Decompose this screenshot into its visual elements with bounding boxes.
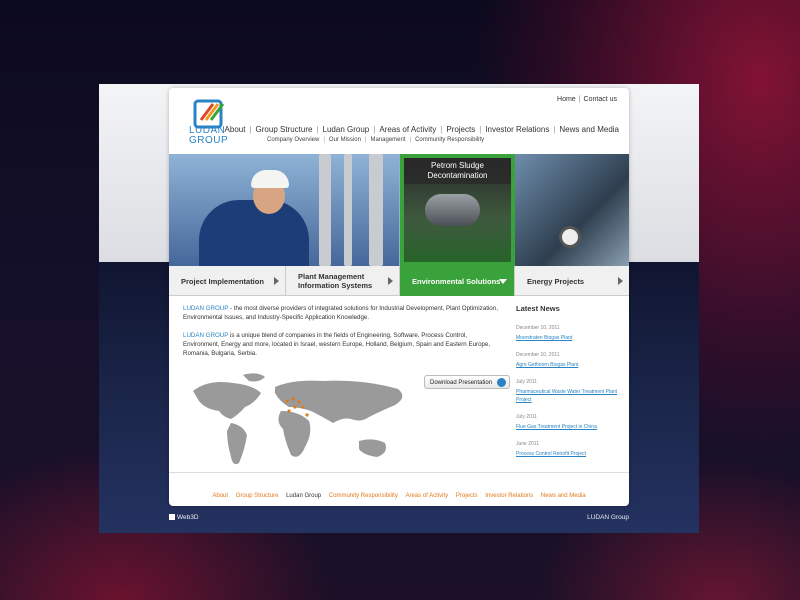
footer-news-and-media[interactable]: News and Media — [541, 493, 586, 499]
news-date: July 2011 — [516, 414, 538, 420]
nav-news-and-media[interactable]: News and Media — [559, 125, 619, 134]
footer-group-structure[interactable]: Group Structure — [236, 493, 279, 499]
footer-projects[interactable]: Projects — [456, 493, 478, 499]
web3d-icon — [169, 514, 175, 521]
subnav-company-overview[interactable]: Company Overview — [267, 137, 319, 143]
footer-about[interactable]: About — [212, 493, 228, 499]
chevron-right-icon — [618, 277, 623, 285]
worker-figure — [199, 200, 309, 266]
subnav-management[interactable]: Management — [371, 137, 406, 143]
copyright-brand: LUDAN Group — [587, 514, 629, 521]
main-nav: About | Group Structure | Ludan Group | Areas … — [225, 125, 619, 134]
website-card: LUDAN GROUP Home | Contact us About | Group … — [169, 88, 629, 506]
news-link[interactable]: Agro Gethoorn Biogas Plant — [516, 361, 621, 369]
subnav-community-responsibility[interactable]: Community Responsibility — [415, 137, 484, 143]
news-link[interactable]: Moerstraten Biogas Plant — [516, 334, 621, 342]
pipe-graphic — [319, 154, 331, 266]
footer-investor-relations[interactable]: Investor Relations — [485, 493, 533, 499]
nav-ludan-group[interactable]: Ludan Group — [323, 125, 370, 134]
download-icon — [497, 378, 506, 387]
sub-nav: Company Overview | Our Mission | Management |… — [267, 137, 484, 143]
home-link[interactable]: Home — [557, 96, 576, 103]
separator: | — [249, 125, 252, 134]
separator: | — [578, 96, 581, 103]
footer-nav: About Group Structure Ludan Group Commun… — [169, 493, 629, 499]
intro-paragraph-1: LUDAN GROUP - the most diverse providers… — [183, 304, 503, 322]
tab-label: Project Implementation — [181, 276, 264, 286]
tab-plant-management[interactable]: Plant Management Information Systems — [286, 266, 400, 296]
machine-graphic — [425, 194, 480, 226]
separator: | — [316, 125, 319, 134]
tab-environmental-solutions[interactable]: Environmental Solutions — [400, 266, 515, 296]
featured-project-caption: Petrom Sludge Decontamination — [404, 158, 511, 184]
news-date: December 10, 2011 — [516, 352, 560, 358]
subnav-our-mission[interactable]: Our Mission — [329, 137, 361, 143]
world-map-icon — [193, 373, 403, 465]
news-item: June 2011 Process Control Retrofit Proje… — [516, 441, 621, 458]
chevron-down-icon — [499, 279, 507, 284]
news-date: December 10, 2011 — [516, 325, 560, 331]
news-title: Latest News — [516, 304, 560, 313]
chevron-right-icon — [274, 277, 279, 285]
hero-banner — [169, 154, 629, 266]
news-date: July 2011 — [516, 379, 538, 385]
brand-name: LUDAN GROUP — [183, 332, 229, 339]
pipe-graphic — [369, 154, 383, 266]
news-item: July 2011 Flue Gas Treatment Project in … — [516, 414, 621, 431]
tab-project-implementation[interactable]: Project Implementation — [169, 266, 286, 296]
tab-energy-projects[interactable]: Energy Projects — [515, 266, 629, 296]
separator: | — [323, 137, 325, 143]
designer-credit[interactable]: Web3D — [169, 514, 199, 521]
tab-label: Environmental Solutions — [412, 276, 501, 286]
logo-line-2: GROUP — [189, 135, 229, 146]
download-presentation-button[interactable]: Download Presentation — [424, 375, 510, 389]
nav-projects[interactable]: Projects — [446, 125, 475, 134]
news-item: July 2011 Pharmaceutical Waste Water Tre… — [516, 379, 621, 404]
news-item: December 10, 2011 Agro Gethoorn Biogas P… — [516, 352, 621, 369]
contact-link[interactable]: Contact us — [584, 96, 617, 103]
featured-project-panel[interactable]: Petrom Sludge Decontamination — [400, 154, 515, 266]
news-date: June 2011 — [516, 441, 539, 447]
news-link[interactable]: Process Control Retrofit Project — [516, 450, 621, 458]
top-links: Home | Contact us — [557, 96, 617, 103]
site-frame: LUDAN GROUP Home | Contact us About | Group … — [99, 84, 699, 533]
nav-investor-relations[interactable]: Investor Relations — [485, 125, 549, 134]
brand-name: LUDAN GROUP — [183, 305, 229, 312]
nav-about[interactable]: About — [225, 125, 246, 134]
separator: | — [479, 125, 482, 134]
hero-photo-valves — [514, 154, 629, 266]
latest-news: Latest News December 10, 2011 Moerstrate… — [516, 304, 621, 468]
credit-label: Web3D — [177, 514, 199, 521]
news-link[interactable]: Pharmaceutical Waste Water Treatment Pla… — [516, 388, 621, 404]
separator: | — [440, 125, 443, 134]
separator: | — [409, 137, 412, 143]
paragraph-text: - the most diverse providers of integrat… — [183, 305, 498, 321]
paragraph-text: is a unique blend of companies in the fi… — [183, 332, 491, 357]
separator: | — [553, 125, 556, 134]
chevron-right-icon — [388, 277, 393, 285]
helmet-graphic — [251, 170, 289, 188]
logo-text: LUDAN GROUP — [189, 126, 228, 146]
separator: | — [364, 137, 367, 143]
tab-label: Energy Projects — [527, 276, 585, 286]
news-link[interactable]: Flue Gas Treatment Project in China — [516, 423, 621, 431]
news-item: December 10, 2011 Moerstraten Biogas Pla… — [516, 325, 621, 342]
gauge-graphic — [559, 226, 581, 248]
solution-tabs: Project Implementation Plant Management … — [169, 266, 629, 296]
separator: | — [373, 125, 376, 134]
tab-label: Plant Management Information Systems — [298, 272, 373, 290]
footer-ludan-group[interactable]: Ludan Group — [286, 493, 321, 499]
pipe-graphic — [344, 154, 352, 266]
intro-paragraph-2: LUDAN GROUP is a unique blend of compani… — [183, 331, 503, 358]
footer-community-responsibility[interactable]: Community Responsibility — [329, 493, 398, 499]
download-label: Download Presentation — [430, 380, 493, 386]
nav-group-structure[interactable]: Group Structure — [256, 125, 313, 134]
intro-text: LUDAN GROUP - the most diverse providers… — [183, 304, 503, 367]
footer-areas-of-activity[interactable]: Areas of Activity — [406, 493, 449, 499]
footer-divider — [169, 472, 629, 473]
nav-areas-of-activity[interactable]: Areas of Activity — [379, 125, 436, 134]
